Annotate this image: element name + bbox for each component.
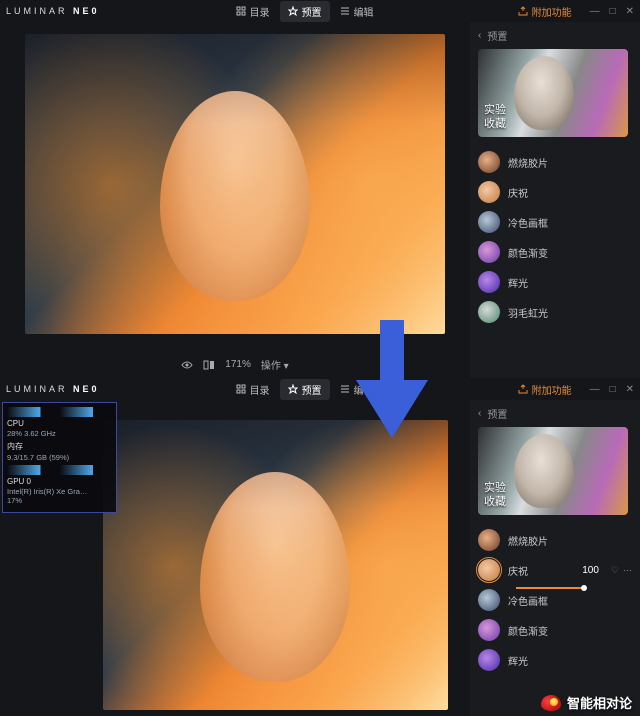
thumb-labels: 实验收藏 xyxy=(484,481,506,509)
preset-item-4[interactable]: 颜色渐变 xyxy=(478,615,632,645)
preset-avatar xyxy=(478,649,500,671)
preset-slider[interactable] xyxy=(516,587,584,589)
preset-avatar xyxy=(478,181,500,203)
close-button[interactable]: ✕ xyxy=(626,384,634,395)
addon-button[interactable]: 附加功能 xyxy=(510,379,580,400)
app-logo: LUMINAR NE0 xyxy=(6,384,100,394)
preset-item-6[interactable]: 羽毛虹光 xyxy=(478,297,632,327)
side-header: ‹预置 xyxy=(478,28,632,43)
side-panel: ‹预置 实验收藏 燃烧胶片 庆祝 冷色画框 颜色渐变 辉光 羽毛虹光 xyxy=(470,22,640,378)
close-button[interactable]: ✕ xyxy=(626,6,634,17)
gpu-line1: Intel(R) Iris(R) Xe Gra… xyxy=(7,487,112,496)
gpu-label: GPU 0 xyxy=(7,477,112,486)
cpu-line: 28% 3.62 GHz xyxy=(7,429,112,438)
preset-thumb[interactable]: 实验收藏 xyxy=(478,427,628,515)
cpu-label: CPU xyxy=(7,419,112,428)
preset-avatar xyxy=(478,151,500,173)
preset-item-4[interactable]: 颜色渐变 xyxy=(478,237,632,267)
addon-button[interactable]: 附加功能 xyxy=(510,1,580,22)
preset-avatar xyxy=(478,559,500,581)
preset-actions: ♡⋯ xyxy=(611,565,632,576)
preset-avatar xyxy=(478,301,500,323)
gpu-line2: 17% xyxy=(7,496,112,505)
app-logo: LUMINAR NE0 xyxy=(6,6,100,16)
compare-icon[interactable] xyxy=(203,359,215,371)
action-menu[interactable]: 操作 ▾ xyxy=(261,357,289,372)
main-photo[interactable] xyxy=(25,34,445,334)
tab-presets[interactable]: 预置 xyxy=(280,1,330,22)
tab-edit[interactable]: 编辑 xyxy=(332,1,382,22)
maximize-button[interactable]: □ xyxy=(610,6,616,17)
preset-avatar xyxy=(478,619,500,641)
side-panel: ‹预置 实验收藏 燃烧胶片 庆祝 100 ♡⋯ 冷色画框 颜色渐变 辉光 xyxy=(470,400,640,716)
preset-avatar xyxy=(478,589,500,611)
tab-catalog[interactable]: 目录 xyxy=(228,379,278,400)
mem-line: 9.3/15.7 GB (59%) xyxy=(7,453,112,462)
preset-thumb[interactable]: 实验收藏 xyxy=(478,49,628,137)
weibo-icon xyxy=(541,695,561,711)
preset-avatar xyxy=(478,211,500,233)
minimize-button[interactable]: — xyxy=(590,6,600,17)
heart-icon[interactable]: ♡ xyxy=(611,565,619,576)
preset-avatar xyxy=(478,529,500,551)
preset-item-2[interactable]: 庆祝 xyxy=(478,177,632,207)
mem-label: 内存 xyxy=(7,441,112,452)
view-tabs: 目录 预置 编辑 xyxy=(228,1,382,22)
main-photo[interactable] xyxy=(103,420,448,710)
preset-value: 100 xyxy=(582,565,599,576)
preset-item-3[interactable]: 冷色画框 xyxy=(478,207,632,237)
preset-item-2[interactable]: 庆祝 100 ♡⋯ xyxy=(478,555,632,585)
chevron-left-icon[interactable]: ‹ xyxy=(478,408,481,419)
watermark: 智能相对论 xyxy=(541,693,632,712)
preset-item-1[interactable]: 燃烧胶片 xyxy=(478,525,632,555)
cpu-graph xyxy=(7,407,112,417)
chevron-left-icon[interactable]: ‹ xyxy=(478,30,481,41)
maximize-button[interactable]: □ xyxy=(610,384,616,395)
minimize-button[interactable]: — xyxy=(590,384,600,395)
zoom-level[interactable]: 171% xyxy=(225,359,251,370)
preset-item-3[interactable]: 冷色画框 xyxy=(478,585,632,615)
gpu-graph xyxy=(7,465,112,475)
canvas-area: CPU28% 3.62 GHz 内存9.3/15.7 GB (59%) GPU … xyxy=(0,400,470,716)
eye-icon[interactable] xyxy=(181,359,193,371)
titlebar-top: LUMINAR NE0 目录 预置 编辑 附加功能 — □ ✕ xyxy=(0,0,640,22)
tab-presets[interactable]: 预置 xyxy=(280,379,330,400)
tab-catalog[interactable]: 目录 xyxy=(228,1,278,22)
thumb-labels: 实验收藏 xyxy=(484,103,506,131)
preset-item-5[interactable]: 辉光 xyxy=(478,267,632,297)
perf-overlay: CPU28% 3.62 GHz 内存9.3/15.7 GB (59%) GPU … xyxy=(2,402,117,513)
preset-avatar xyxy=(478,241,500,263)
down-arrow xyxy=(352,320,432,440)
side-header: ‹预置 xyxy=(478,406,632,421)
titlebar-bot: LUMINAR NE0 目录 预置 编辑 附加功能 — □ ✕ xyxy=(0,378,640,400)
preset-avatar xyxy=(478,271,500,293)
window-controls: — □ ✕ xyxy=(590,384,634,395)
window-controls: — □ ✕ xyxy=(590,6,634,17)
more-icon[interactable]: ⋯ xyxy=(623,565,632,576)
preset-item-5[interactable]: 辉光 xyxy=(478,645,632,675)
preset-item-1[interactable]: 燃烧胶片 xyxy=(478,147,632,177)
